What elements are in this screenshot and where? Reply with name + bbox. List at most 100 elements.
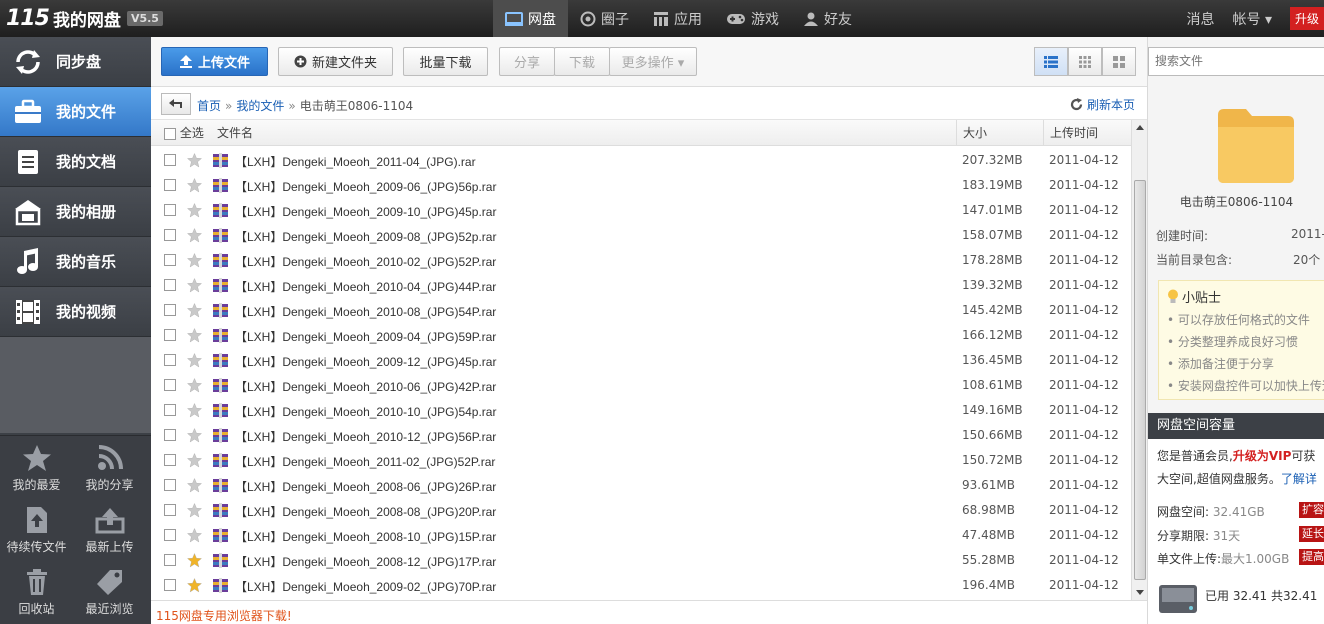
batch-download-button[interactable]: 批量下载 bbox=[403, 47, 488, 76]
column-date-header[interactable]: 上传时间 bbox=[1043, 120, 1131, 146]
nav-circle[interactable]: 圈子 bbox=[568, 0, 641, 37]
grid-small-view-button[interactable] bbox=[1068, 47, 1102, 76]
file-name[interactable]: 【LXH】Dengeki_Moeoh_2008-12_(JPG)17P.rar bbox=[235, 553, 496, 570]
file-name[interactable]: 【LXH】Dengeki_Moeoh_2008-10_(JPG)15P.rar bbox=[235, 528, 496, 545]
file-name[interactable]: 【LXH】Dengeki_Moeoh_2009-06_(JPG)56p.rar bbox=[235, 178, 496, 195]
row-checkbox[interactable] bbox=[164, 554, 176, 566]
table-row[interactable]: 【LXH】Dengeki_Moeoh_2009-12_(JPG)45p.rar 1… bbox=[151, 348, 1131, 373]
sidebar-item-music[interactable]: 我的音乐 bbox=[0, 237, 151, 287]
select-all[interactable]: 全选 bbox=[164, 120, 204, 146]
column-name-header[interactable]: 文件名 bbox=[217, 120, 253, 146]
table-row[interactable]: 【LXH】Dengeki_Moeoh_2011-02_(JPG)52P.rar 1… bbox=[151, 448, 1131, 473]
nav-friends[interactable]: 好友 bbox=[791, 0, 864, 37]
file-name[interactable]: 【LXH】Dengeki_Moeoh_2011-02_(JPG)52P.rar bbox=[235, 453, 495, 470]
nav-drive[interactable]: 网盘 bbox=[493, 0, 568, 37]
row-checkbox[interactable] bbox=[164, 429, 176, 441]
table-row[interactable]: 【LXH】Dengeki_Moeoh_2010-08_(JPG)54P.rar 1… bbox=[151, 298, 1131, 323]
star-icon[interactable] bbox=[187, 228, 202, 243]
scroll-thumb[interactable] bbox=[1134, 180, 1146, 580]
sidebar-item-video[interactable]: 我的视频 bbox=[0, 287, 151, 337]
table-row[interactable]: 【LXH】Dengeki_Moeoh_2008-08_(JPG)20P.rar 6… bbox=[151, 498, 1131, 523]
raise-button[interactable]: 提高 bbox=[1299, 549, 1324, 565]
row-checkbox[interactable] bbox=[164, 154, 176, 166]
shortcut-favorites[interactable]: 我的最爱 bbox=[0, 444, 73, 506]
star-icon[interactable] bbox=[187, 453, 202, 468]
table-row[interactable]: 【LXH】Dengeki_Moeoh_2010-12_(JPG)56P.rar 1… bbox=[151, 423, 1131, 448]
row-checkbox[interactable] bbox=[164, 379, 176, 391]
star-icon[interactable] bbox=[187, 578, 202, 593]
refresh-button[interactable]: 刷新本页 bbox=[1070, 96, 1135, 113]
file-name[interactable]: 【LXH】Dengeki_Moeoh_2009-04_(JPG)59P.rar bbox=[235, 328, 496, 345]
star-icon[interactable] bbox=[187, 403, 202, 418]
row-checkbox[interactable] bbox=[164, 279, 176, 291]
star-icon[interactable] bbox=[187, 178, 202, 193]
select-all-checkbox[interactable] bbox=[164, 127, 176, 140]
search-input[interactable] bbox=[1149, 48, 1319, 74]
share-button[interactable]: 分享 bbox=[499, 47, 555, 76]
row-checkbox[interactable] bbox=[164, 179, 176, 191]
file-name[interactable]: 【LXH】Dengeki_Moeoh_2010-10_(JPG)54p.rar bbox=[235, 403, 496, 420]
file-name[interactable]: 【LXH】Dengeki_Moeoh_2009-12_(JPG)45p.rar bbox=[235, 353, 496, 370]
table-row[interactable]: 【LXH】Dengeki_Moeoh_2011-04_(JPG).rar 207.… bbox=[151, 148, 1131, 173]
row-checkbox[interactable] bbox=[164, 229, 176, 241]
table-row[interactable]: 【LXH】Dengeki_Moeoh_2010-10_(JPG)54p.rar 1… bbox=[151, 398, 1131, 423]
row-checkbox[interactable] bbox=[164, 329, 176, 341]
file-name[interactable]: 【LXH】Dengeki_Moeoh_2008-06_(JPG)26P.rar bbox=[235, 478, 496, 495]
row-checkbox[interactable] bbox=[164, 504, 176, 516]
scroll-down-icon[interactable] bbox=[1136, 590, 1144, 595]
file-name[interactable]: 【LXH】Dengeki_Moeoh_2008-08_(JPG)20P.rar bbox=[235, 503, 496, 520]
expand-button[interactable]: 扩容 bbox=[1299, 502, 1324, 518]
star-icon[interactable] bbox=[187, 428, 202, 443]
shortcut-my-shares[interactable]: 我的分享 bbox=[73, 444, 146, 506]
table-row[interactable]: 【LXH】Dengeki_Moeoh_2010-02_(JPG)52P.rar 1… bbox=[151, 248, 1131, 273]
shortcut-recent-upload[interactable]: 最新上传 bbox=[73, 506, 146, 568]
table-row[interactable]: 【LXH】Dengeki_Moeoh_2009-02_(JPG)70P.rar 1… bbox=[151, 573, 1131, 598]
file-name[interactable]: 【LXH】Dengeki_Moeoh_2010-06_(JPG)42P.rar bbox=[235, 378, 496, 395]
table-row[interactable]: 【LXH】Dengeki_Moeoh_2008-10_(JPG)15P.rar 4… bbox=[151, 523, 1131, 548]
table-row[interactable]: 【LXH】Dengeki_Moeoh_2008-12_(JPG)17P.rar 5… bbox=[151, 548, 1131, 573]
star-icon[interactable] bbox=[187, 553, 202, 568]
file-name[interactable]: 【LXH】Dengeki_Moeoh_2010-12_(JPG)56P.rar bbox=[235, 428, 496, 445]
row-checkbox[interactable] bbox=[164, 454, 176, 466]
row-checkbox[interactable] bbox=[164, 204, 176, 216]
row-checkbox[interactable] bbox=[164, 304, 176, 316]
file-name[interactable]: 【LXH】Dengeki_Moeoh_2010-08_(JPG)54P.rar bbox=[235, 303, 496, 320]
star-icon[interactable] bbox=[187, 303, 202, 318]
star-icon[interactable] bbox=[187, 353, 202, 368]
table-row[interactable]: 【LXH】Dengeki_Moeoh_2009-06_(JPG)56p.rar 1… bbox=[151, 173, 1131, 198]
app-logo[interactable]: 115 我的网盘 V5.5 bbox=[6, 5, 163, 31]
breadcrumb-my-files[interactable]: 我的文件 bbox=[236, 99, 284, 113]
star-icon[interactable] bbox=[187, 503, 202, 518]
download-button[interactable]: 下载 bbox=[554, 47, 610, 76]
row-checkbox[interactable] bbox=[164, 579, 176, 591]
star-icon[interactable] bbox=[187, 478, 202, 493]
table-row[interactable]: 【LXH】Dengeki_Moeoh_2009-04_(JPG)59P.rar 1… bbox=[151, 323, 1131, 348]
sidebar-item-documents[interactable]: 我的文档 bbox=[0, 137, 151, 187]
row-checkbox[interactable] bbox=[164, 404, 176, 416]
scroll-up-icon[interactable] bbox=[1136, 125, 1144, 130]
file-name[interactable]: 【LXH】Dengeki_Moeoh_2010-04_(JPG)44P.rar bbox=[235, 278, 496, 295]
extend-button[interactable]: 延长 bbox=[1299, 526, 1324, 542]
nav-games[interactable]: 游戏 bbox=[714, 0, 791, 37]
learn-more-link[interactable]: 了解详 bbox=[1281, 472, 1317, 486]
file-name[interactable]: 【LXH】Dengeki_Moeoh_2009-08_(JPG)52p.rar bbox=[235, 228, 496, 245]
star-icon[interactable] bbox=[187, 253, 202, 268]
row-checkbox[interactable] bbox=[164, 354, 176, 366]
messages-link[interactable]: 消息 bbox=[1187, 9, 1215, 29]
table-row[interactable]: 【LXH】Dengeki_Moeoh_2009-10_(JPG)45p.rar 1… bbox=[151, 198, 1131, 223]
more-actions-button[interactable]: 更多操作 ▾ bbox=[609, 47, 697, 76]
file-name[interactable]: 【LXH】Dengeki_Moeoh_2010-02_(JPG)52P.rar bbox=[235, 253, 496, 270]
upgrade-button[interactable]: 升级 bbox=[1289, 7, 1324, 30]
account-menu[interactable]: 帐号 ▾ bbox=[1233, 9, 1272, 29]
star-icon[interactable] bbox=[187, 378, 202, 393]
new-folder-button[interactable]: 新建文件夹 bbox=[278, 47, 393, 76]
sidebar-item-sync[interactable]: 同步盘 bbox=[0, 37, 151, 87]
upgrade-vip-link[interactable]: 升级为VIP bbox=[1233, 449, 1292, 463]
grid-large-view-button[interactable] bbox=[1102, 47, 1136, 76]
star-icon[interactable] bbox=[187, 328, 202, 343]
scrollbar[interactable] bbox=[1131, 120, 1147, 600]
browser-download-link[interactable]: 115网盘专用浏览器下载! bbox=[156, 607, 292, 624]
nav-apps[interactable]: 应用 bbox=[641, 0, 714, 37]
shortcut-recycle-bin[interactable]: 回收站 bbox=[0, 568, 73, 624]
row-checkbox[interactable] bbox=[164, 479, 176, 491]
